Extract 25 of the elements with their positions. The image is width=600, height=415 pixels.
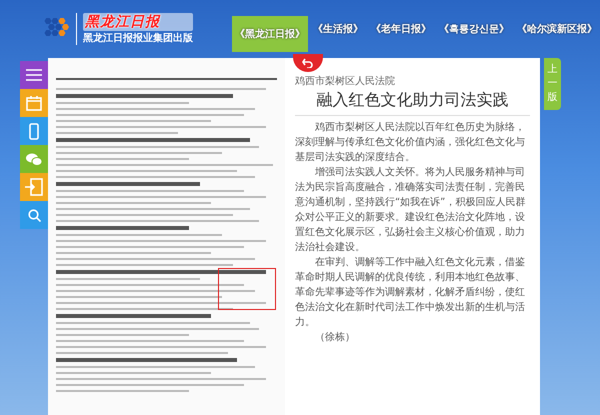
article-paragraph: 增强司法实践人文关怀。将为人民服务精神与司法为民宗旨高度融合，准确落实司法责任制，完善民意沟通机制，坚持践行“如我在诉”，积极回应人民群众对公平正义的新要求。建设红色法治文化阵地，设置红色文化展示区，弘扬社会主义核心价值观，助力法治社会建设。 xyxy=(295,166,526,255)
article-paragraph: 在审判、调解等工作中融入红色文化元素，借鉴革命时期人民调解的优良传统，利用本地红色故事、革命先辈事迹等作为调解素材，化解矛盾纠纷，使红色法治文化在新时代司法工作中焕发出新的生机与活力。 xyxy=(295,256,526,330)
newspaper-tab[interactable]: 《老年日报》 xyxy=(368,17,434,41)
highlight-frame[interactable] xyxy=(218,268,276,310)
menu-icon xyxy=(26,69,42,81)
calendar-icon xyxy=(26,96,42,110)
document-arrow-icon xyxy=(25,178,43,196)
phone-icon xyxy=(29,122,39,140)
sidebar-button[interactable] xyxy=(20,201,48,229)
sidebar-button[interactable] xyxy=(20,61,48,89)
article-paragraph: 鸡西市梨树区人民法院以百年红色历史为脉络，深刻理解与传承红色文化价值内涵，强化红色文化与基层司法实践的深度结合。 xyxy=(295,120,526,165)
back-button[interactable] xyxy=(293,54,323,72)
sidebar-button[interactable] xyxy=(20,145,48,173)
article-author: （徐栋） xyxy=(314,330,356,345)
logo-title: 黑龙江日报 xyxy=(83,13,193,31)
article-source: 鸡西市梨树区人民法院 xyxy=(295,74,396,88)
article-title: 融入红色文化助力司法实践 xyxy=(295,90,530,116)
return-arrow-icon xyxy=(302,58,314,68)
sidebar-button[interactable] xyxy=(20,117,48,145)
newspaper-tab[interactable]: 《哈尔滨新区报》 xyxy=(514,17,600,41)
chat-bubbles-icon xyxy=(26,152,42,166)
newspaper-tab[interactable]: 《生活报》 xyxy=(310,17,366,41)
logo-subtitle: 黑龙江日报报业集团出版 xyxy=(83,32,193,45)
newspaper-tab[interactable]: 《흑룡강신문》 xyxy=(436,17,512,41)
search-icon xyxy=(28,208,40,222)
